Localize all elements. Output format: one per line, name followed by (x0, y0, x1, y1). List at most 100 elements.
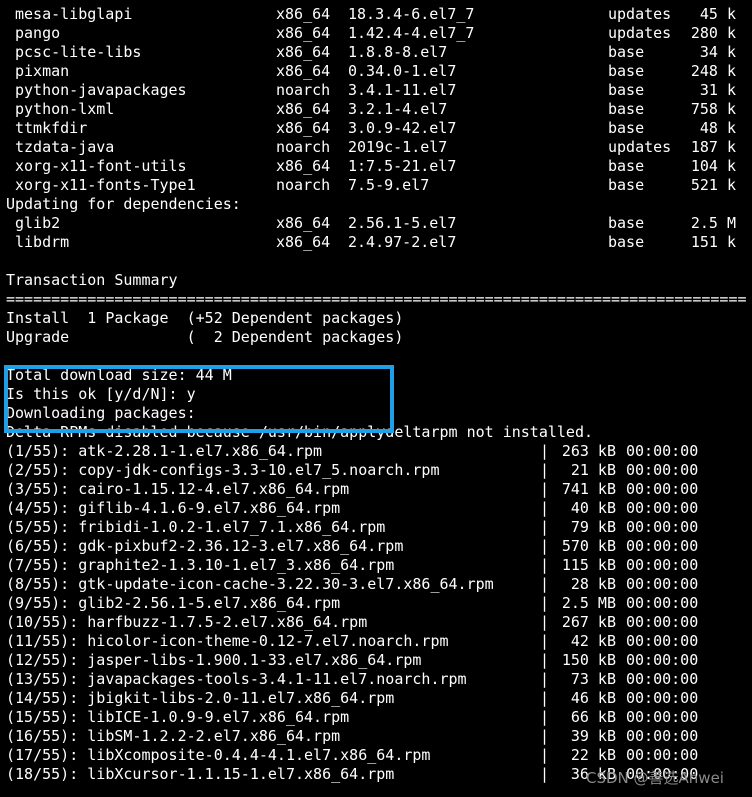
download-time: 00:00:00 (626, 442, 699, 460)
download-time: 00:00:00 (626, 594, 699, 612)
package-row: ttmkfdir x86_64 3.0.9-42.el7 base 48 k (6, 119, 746, 138)
download-size: 150 kB (561, 651, 616, 669)
package-version: 3.2.1-4.el7 (348, 100, 448, 118)
package-size: 48 k (699, 119, 736, 137)
column-separator: | (540, 670, 550, 688)
package-version: 18.3.4-6.el7_7 (348, 5, 475, 23)
package-version: 1:7.5-21.el7 (348, 157, 457, 175)
package-repo: base (608, 214, 645, 232)
column-separator: | (540, 594, 550, 612)
package-name: pixman (15, 62, 70, 80)
package-size: 248 k (690, 62, 736, 80)
package-repo: base (608, 157, 645, 175)
download-row: (14/55): jbigkit-libs-2.0-11.el7.x86_64.… (6, 689, 746, 708)
package-version: 0.34.0-1.el7 (348, 62, 457, 80)
package-name: libdrm (15, 233, 70, 251)
package-row: python-lxml x86_64 3.2.1-4.el7 base 758 k (6, 100, 746, 119)
upgrade-line: Upgrade ( 2 Dependent packages) (6, 328, 404, 346)
package-arch: x86_64 (276, 62, 331, 80)
download-size: 73 kB (570, 670, 616, 688)
package-arch: noarch (276, 81, 331, 99)
package-row: python-javapackages noarch 3.4.1-11.el7 bas… (6, 81, 746, 100)
download-filename: (15/55): libICE-1.0.9-9.el7.x86_64.rpm (6, 708, 350, 726)
column-separator: | (540, 537, 550, 555)
download-size: 263 kB (561, 442, 616, 460)
download-time: 00:00:00 (626, 461, 699, 479)
download-time: 00:00:00 (626, 613, 699, 631)
package-size: 758 k (690, 100, 736, 118)
download-time: 00:00:00 (626, 746, 699, 764)
download-filename: (1/55): atk-2.28.1-1.el7.x86_64.rpm (6, 442, 323, 460)
terminal-window: { "packages": [ {"name": "mesa-libglapi"… (0, 0, 752, 797)
column-separator: | (540, 461, 550, 479)
package-repo: updates (608, 24, 672, 42)
download-filename: (10/55): harfbuzz-1.7.5-2.el7.x86_64.rpm (6, 613, 368, 631)
download-size: 570 kB (561, 537, 616, 555)
download-size: 66 kB (570, 708, 616, 726)
download-size: 2.5 MB (561, 594, 616, 612)
install-line: Install 1 Package (+52 Dependent package… (6, 309, 404, 327)
package-name: xorg-x11-fonts-Type1 (15, 176, 196, 194)
download-time: 00:00:00 (626, 480, 699, 498)
download-filename: (2/55): copy-jdk-configs-3.3-10.el7_5.no… (6, 461, 440, 479)
separator-line: ========================================… (6, 290, 746, 308)
package-version: 1.42.4-4.el7_7 (348, 24, 475, 42)
package-name: xorg-x11-font-utils (15, 157, 187, 175)
download-filename: (7/55): graphite2-1.3.10-1.el7_3.x86_64.… (6, 556, 395, 574)
package-repo: base (608, 100, 645, 118)
summary-title: Transaction Summary (6, 271, 178, 289)
package-repo: updates (608, 138, 672, 156)
package-arch: x86_64 (276, 233, 331, 251)
package-row: xorg-x11-font-utils x86_64 1:7.5-21.el7 bas… (6, 157, 746, 176)
download-time: 00:00:00 (626, 670, 699, 688)
download-row: (11/55): hicolor-icon-theme-0.12-7.el7.n… (6, 632, 746, 651)
download-filename: (3/55): cairo-1.15.12-4.el7.x86_64.rpm (6, 480, 350, 498)
package-arch: x86_64 (276, 5, 331, 23)
package-repo: base (608, 81, 645, 99)
column-separator: | (540, 556, 550, 574)
download-row: (6/55): gdk-pixbuf2-2.36.12-3.el7.x86_64… (6, 537, 746, 556)
download-time: 00:00:00 (626, 689, 699, 707)
highlight-box (4, 365, 394, 433)
package-size: 151 k (690, 233, 736, 251)
package-version: 7.5-9.el7 (348, 176, 430, 194)
package-version: 3.4.1-11.el7 (348, 81, 457, 99)
download-filename: (17/55): libXcomposite-0.4.4-4.1.el7.x86… (6, 746, 431, 764)
download-time: 00:00:00 (626, 708, 699, 726)
watermark: CSDN @善选Anwei (586, 769, 724, 787)
package-version: 2.56.1-5.el7 (348, 214, 457, 232)
download-filename: (4/55): giflib-4.1.6-9.el7.x86_64.rpm (6, 499, 341, 517)
column-separator: | (540, 727, 550, 745)
package-repo: base (608, 119, 645, 137)
download-row: (12/55): jasper-libs-1.900.1-33.el7.x86_… (6, 651, 746, 670)
column-separator: | (540, 518, 550, 536)
package-arch: x86_64 (276, 214, 331, 232)
column-separator: | (540, 575, 550, 593)
package-size: 280 k (690, 24, 736, 42)
package-name: python-javapackages (15, 81, 187, 99)
package-version: 1.8.8-8.el7 (348, 43, 448, 61)
download-size: 22 kB (570, 746, 616, 764)
download-row: (9/55): glib2-2.56.1-5.el7.x86_64.rpm | 2.… (6, 594, 746, 613)
package-name: pcsc-lite-libs (15, 43, 142, 61)
download-row: (7/55): graphite2-1.3.10-1.el7_3.x86_64.… (6, 556, 746, 575)
package-size: 45 k (699, 5, 736, 23)
package-name: tzdata-java (15, 138, 115, 156)
package-row: xorg-x11-fonts-Type1 noarch 7.5-9.el7 base 5… (6, 176, 746, 195)
column-separator: | (540, 651, 550, 669)
download-time: 00:00:00 (626, 518, 699, 536)
column-separator: | (540, 765, 550, 783)
download-size: 267 kB (561, 613, 616, 631)
download-filename: (13/55): javapackages-tools-3.4.1-11.el7… (6, 670, 467, 688)
package-name: pango (15, 24, 61, 42)
package-size: 2.5 M (690, 214, 736, 232)
package-repo: base (608, 43, 645, 61)
column-separator: | (540, 708, 550, 726)
package-name: glib2 (15, 214, 61, 232)
download-size: 21 kB (570, 461, 616, 479)
package-arch: x86_64 (276, 119, 331, 137)
package-arch: noarch (276, 176, 331, 194)
download-size: 741 kB (561, 480, 616, 498)
download-time: 00:00:00 (626, 499, 699, 517)
package-repo: base (608, 176, 645, 194)
